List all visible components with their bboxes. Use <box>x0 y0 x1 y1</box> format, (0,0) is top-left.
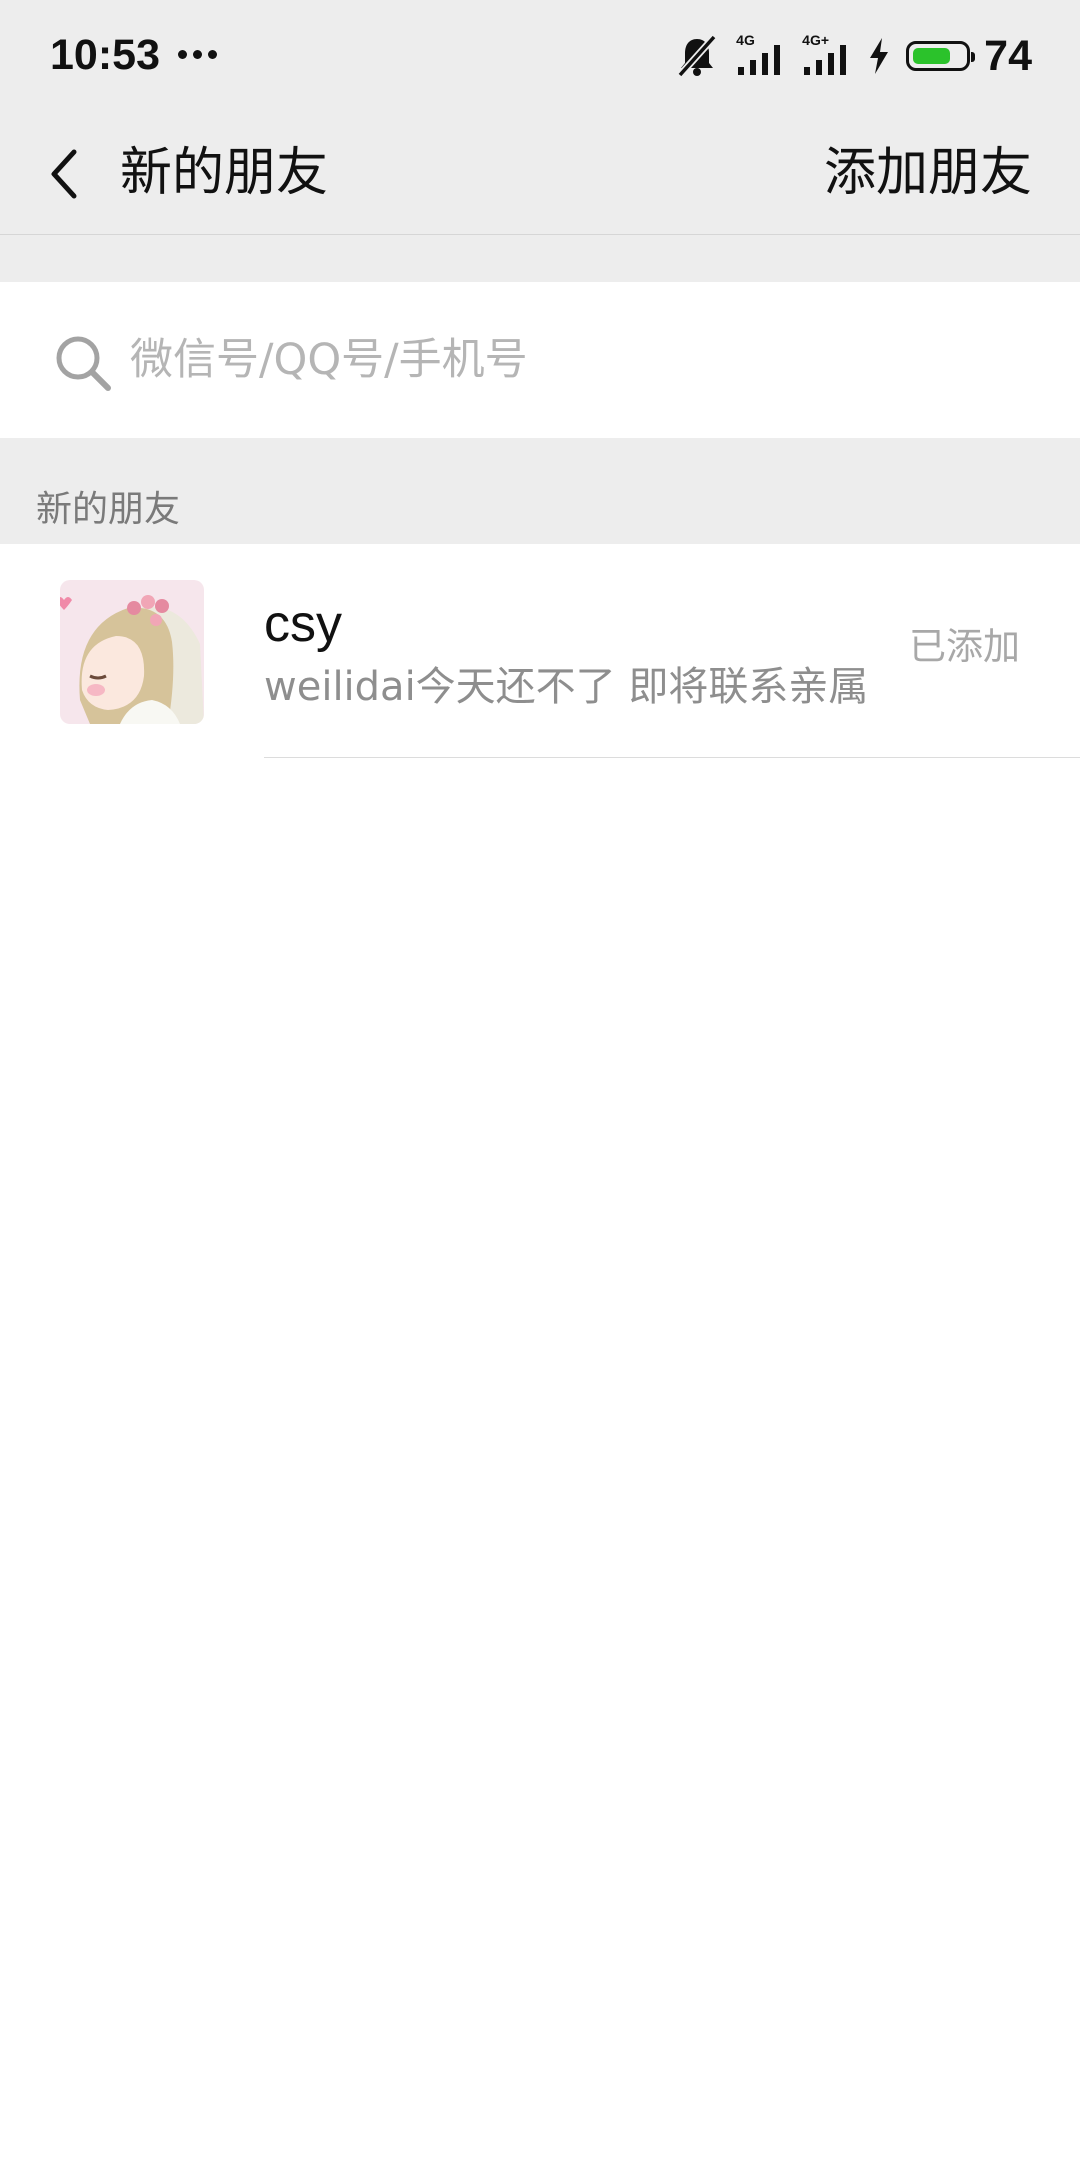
battery-percent: 74 <box>984 32 1032 80</box>
more-notifications-icon <box>178 50 217 59</box>
friend-request-item[interactable]: csy weilidai今天还不了 即将联系亲属 已添加 <box>0 544 1080 758</box>
status-icons: 4G 4G+ 74 <box>658 30 1032 82</box>
title-bar: 新的朋友 添加朋友 <box>0 112 1080 235</box>
section-header: 新的朋友 <box>0 438 1080 544</box>
charging-icon <box>870 38 889 74</box>
battery-icon <box>906 41 976 71</box>
search-bar[interactable] <box>0 282 1080 438</box>
added-status: 已添加 <box>909 625 1020 668</box>
chevron-left-icon <box>51 149 77 199</box>
status-bar: 10:53 4G 4G+ 74 <box>0 0 1080 112</box>
status-time: 10:53 <box>50 31 160 79</box>
friend-request-message: weilidai今天还不了 即将联系亲属 <box>264 664 869 710</box>
search-input[interactable] <box>130 330 1010 390</box>
avatar[interactable] <box>60 580 204 724</box>
notifications-muted-icon <box>677 34 717 78</box>
battery-level-fill <box>913 48 951 64</box>
spacer <box>0 235 1080 282</box>
divider <box>264 757 1080 758</box>
back-button[interactable] <box>30 130 102 218</box>
friend-name: csy <box>264 595 342 653</box>
signal-strength-icon: 4G+ <box>802 33 852 79</box>
search-icon <box>56 336 111 391</box>
section-title: 新的朋友 <box>36 489 181 530</box>
add-friend-button[interactable]: 添加朋友 <box>824 112 1032 234</box>
signal-strength-icon: 4G <box>736 33 786 79</box>
page-title: 新的朋友 <box>120 143 329 203</box>
